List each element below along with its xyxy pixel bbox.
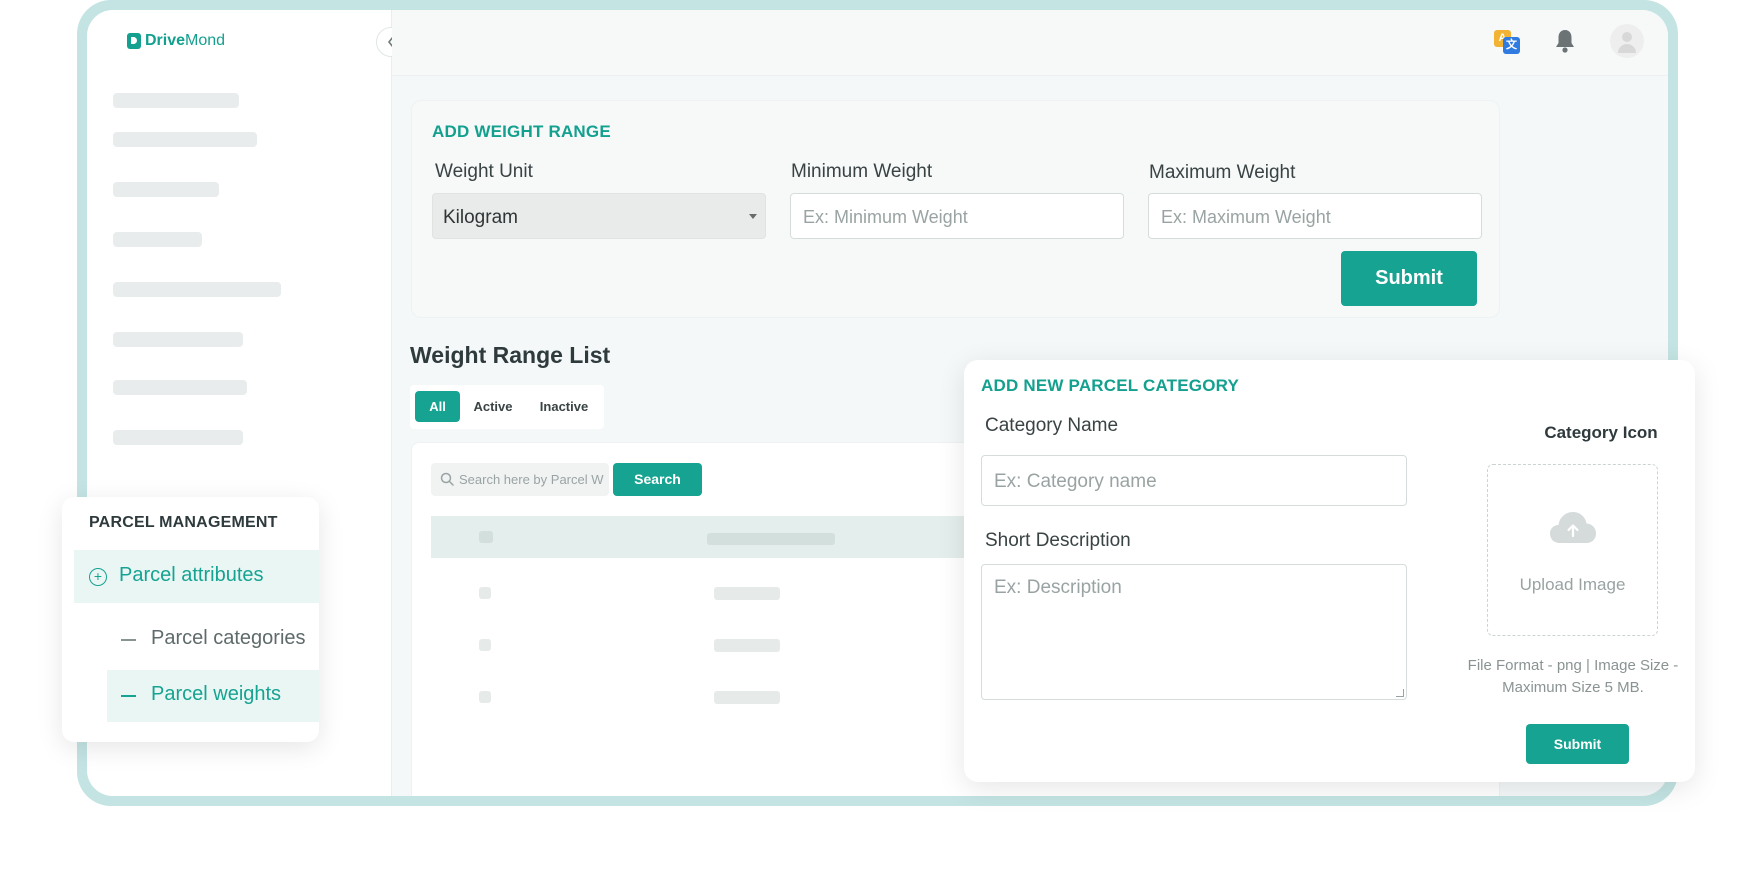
parcel-management-title: PARCEL MANAGEMENT: [89, 514, 278, 531]
row-placeholder: [714, 639, 780, 652]
sidebar-placeholder: [113, 430, 243, 445]
filter-tab-all[interactable]: All: [415, 391, 460, 422]
upload-image-dropzone[interactable]: Upload Image: [1487, 464, 1658, 636]
weight-unit-value: Kilogram: [443, 207, 518, 228]
resize-handle-icon[interactable]: [1396, 689, 1404, 697]
weight-submit-button[interactable]: Submit: [1341, 251, 1477, 306]
filter-tab-active[interactable]: Active: [468, 391, 518, 422]
description-placeholder: Ex: Description: [994, 577, 1122, 598]
parcel-management-menu: PARCEL MANAGEMENT + Parcel attributes Pa…: [62, 497, 319, 742]
status-filter: All Active Inactive: [410, 385, 604, 429]
add-parcel-category-card: ADD NEW PARCEL CATEGORY Category Name Ex…: [964, 360, 1695, 782]
row-checkbox[interactable]: [479, 691, 491, 703]
plus-circle-icon: +: [89, 568, 107, 586]
row-checkbox[interactable]: [479, 639, 491, 651]
category-form-title: ADD NEW PARCEL CATEGORY: [981, 376, 1240, 395]
dash-icon: [121, 695, 136, 697]
parcel-weights-label: Parcel weights: [151, 683, 282, 705]
logo-text-mond: Mond: [185, 32, 226, 49]
max-weight-input[interactable]: Ex: Maximum Weight: [1148, 193, 1482, 239]
weight-unit-select[interactable]: Kilogram: [432, 193, 766, 239]
weight-range-list-title: Weight Range List: [410, 342, 611, 368]
bell-icon[interactable]: [1554, 28, 1576, 54]
sidebar-placeholder: [113, 332, 243, 347]
header-checkbox[interactable]: [479, 531, 493, 543]
dash-icon: [121, 639, 136, 641]
menu-item-parcel-categories[interactable]: Parcel categories: [107, 614, 319, 666]
max-weight-label: Maximum Weight: [1149, 162, 1296, 183]
short-description-label: Short Description: [985, 530, 1131, 551]
row-placeholder: [714, 691, 780, 704]
category-name-input[interactable]: Ex: Category name: [981, 455, 1407, 506]
sidebar-placeholder: [113, 132, 257, 147]
menu-item-parcel-weights[interactable]: Parcel weights: [107, 670, 319, 722]
min-weight-label: Minimum Weight: [791, 161, 933, 182]
logo-icon: [127, 33, 141, 49]
translate-icon[interactable]: A文: [1494, 30, 1520, 54]
logo-text-drive: Drive: [145, 32, 186, 49]
sidebar-placeholder: [113, 232, 202, 247]
file-format-hint: File Format - png | Image Size - Maximum…: [1447, 655, 1699, 699]
weight-unit-label: Weight Unit: [435, 161, 533, 182]
row-placeholder: [714, 587, 780, 600]
menu-item-parcel-attributes[interactable]: + Parcel attributes: [74, 550, 319, 603]
caret-down-icon: [749, 214, 757, 219]
short-description-textarea[interactable]: Ex: Description: [981, 564, 1407, 700]
filter-tab-inactive[interactable]: Inactive: [530, 391, 598, 422]
min-weight-input[interactable]: Ex: Minimum Weight: [790, 193, 1124, 239]
file-format-hint-line: File Format - png | Image Size -: [1467, 657, 1679, 674]
file-size-hint-line: Maximum Size 5 MB.: [1502, 679, 1644, 696]
sidebar-placeholder: [113, 93, 239, 108]
cloud-upload-icon: [1550, 512, 1596, 543]
sidebar-placeholder: [113, 380, 247, 395]
sidebar-placeholder: [113, 182, 219, 197]
search-icon: [440, 472, 454, 486]
weight-form-title: ADD WEIGHT RANGE: [432, 122, 611, 141]
search-input[interactable]: Search here by Parcel W: [431, 463, 609, 496]
header-placeholder: [707, 533, 835, 545]
category-submit-button[interactable]: Submit: [1526, 724, 1629, 764]
category-icon-title: Category Icon: [1544, 423, 1658, 442]
sidebar-placeholder: [113, 282, 281, 297]
user-avatar-icon[interactable]: [1610, 24, 1644, 58]
search-placeholder: Search here by Parcel W: [459, 472, 604, 487]
topbar: A文: [392, 10, 1668, 76]
upload-image-label: Upload Image: [1519, 575, 1626, 594]
search-button[interactable]: Search: [613, 463, 702, 496]
logo[interactable]: Drive Mond: [127, 32, 225, 50]
stage: DriveMond A文 ADD WEIGHT: [0, 0, 1755, 872]
parcel-attributes-label: Parcel attributes: [119, 564, 264, 586]
row-checkbox[interactable]: [479, 587, 491, 599]
parcel-categories-label: Parcel categories: [151, 627, 306, 649]
category-name-label: Category Name: [985, 415, 1119, 436]
add-weight-range-card: ADD WEIGHT RANGE Weight Unit Kilogram Mi…: [411, 100, 1500, 318]
